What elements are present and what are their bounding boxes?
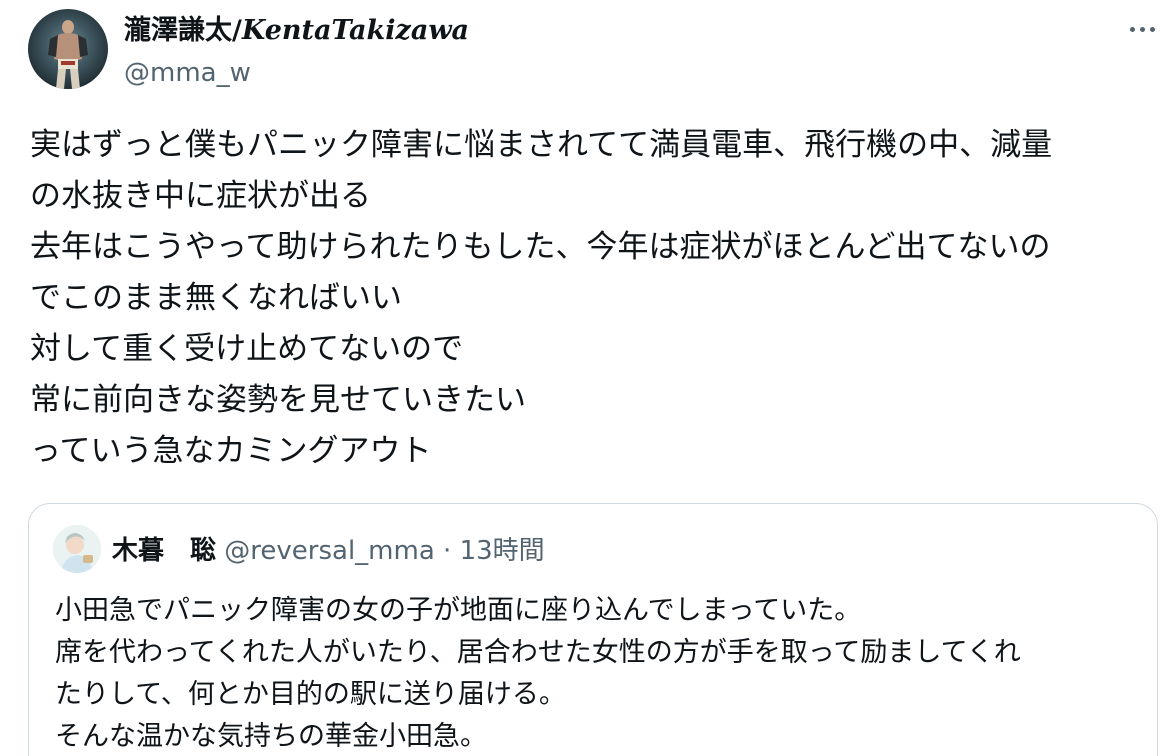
more-dot-icon [1129,26,1135,32]
quoted-tweet[interactable]: 木暮 聡 @reversal_mma · 13時間 小田急でパニック障害の女の子… [28,503,1158,756]
quoted-text-line: 小田急でパニック障害の女の子が地面に座り込んでしまっていた。 [55,595,862,626]
author-handle[interactable]: @mma_w [124,57,251,89]
tweet-card: 瀧澤謙太/KentaTakizawa @mma_w 実はずっと僕もパニック障害に… [0,0,1169,756]
author-name-latin: KentaTakizawa [241,15,470,46]
quoted-author-handle[interactable]: @reversal_mma [224,536,434,566]
tweet-text-line: の水抜き中に症状が出る [30,178,371,214]
more-dot-icon [1149,26,1155,32]
quoted-text-line: 席を代わってくれた人がいたり、居合わせた女性の方が手を取って励ましてくれ [55,637,1021,668]
quoted-avatar-photo-icon [53,525,101,573]
tweet-text-line: でこのまま無くなればいい [30,280,402,316]
avatar-photo-icon [48,20,88,89]
tweet-text: 実はずっと僕もパニック障害に悩まされてて満員電車、飛行機の中、減量 の水抜き中に… [30,120,1155,477]
quoted-text-line: そんな温かな気持ちの華金小田急。 [55,721,487,752]
tweet-text-line: 実はずっと僕もパニック障害に悩まされてて満員電車、飛行機の中、減量 [30,127,1053,163]
quoted-separator: · [443,536,452,566]
tweet-text-line: 対して重く受け止めてないので [30,331,464,367]
quoted-tweet-text: 小田急でパニック障害の女の子が地面に座り込んでしまっていた。 席を代わってくれた… [55,590,1145,756]
author-avatar[interactable] [28,9,108,89]
quoted-author-name[interactable]: 木暮 聡 [112,536,216,566]
quoted-author-avatar[interactable] [53,525,101,573]
tweet-text-line: 去年はこうやって助けられたりもした、今年は症状がほとんど出てないの [30,229,1051,265]
quoted-header: 木暮 聡 @reversal_mma · 13時間 [112,534,545,568]
quoted-timestamp[interactable]: 13時間 [460,536,545,566]
more-options-button[interactable] [1124,14,1160,44]
tweet-text-line: っていう急なカミングアウト [30,433,432,469]
author-name-jp: 瀧澤謙太/ [124,15,242,46]
author-name[interactable]: 瀧澤謙太/KentaTakizawa [124,14,469,48]
quoted-text-line: たりして、何とか目的の駅に送り届ける。 [55,679,566,710]
more-dot-icon [1139,26,1145,32]
tweet-text-line: 常に前向きな姿勢を見せていきたい [30,382,526,418]
